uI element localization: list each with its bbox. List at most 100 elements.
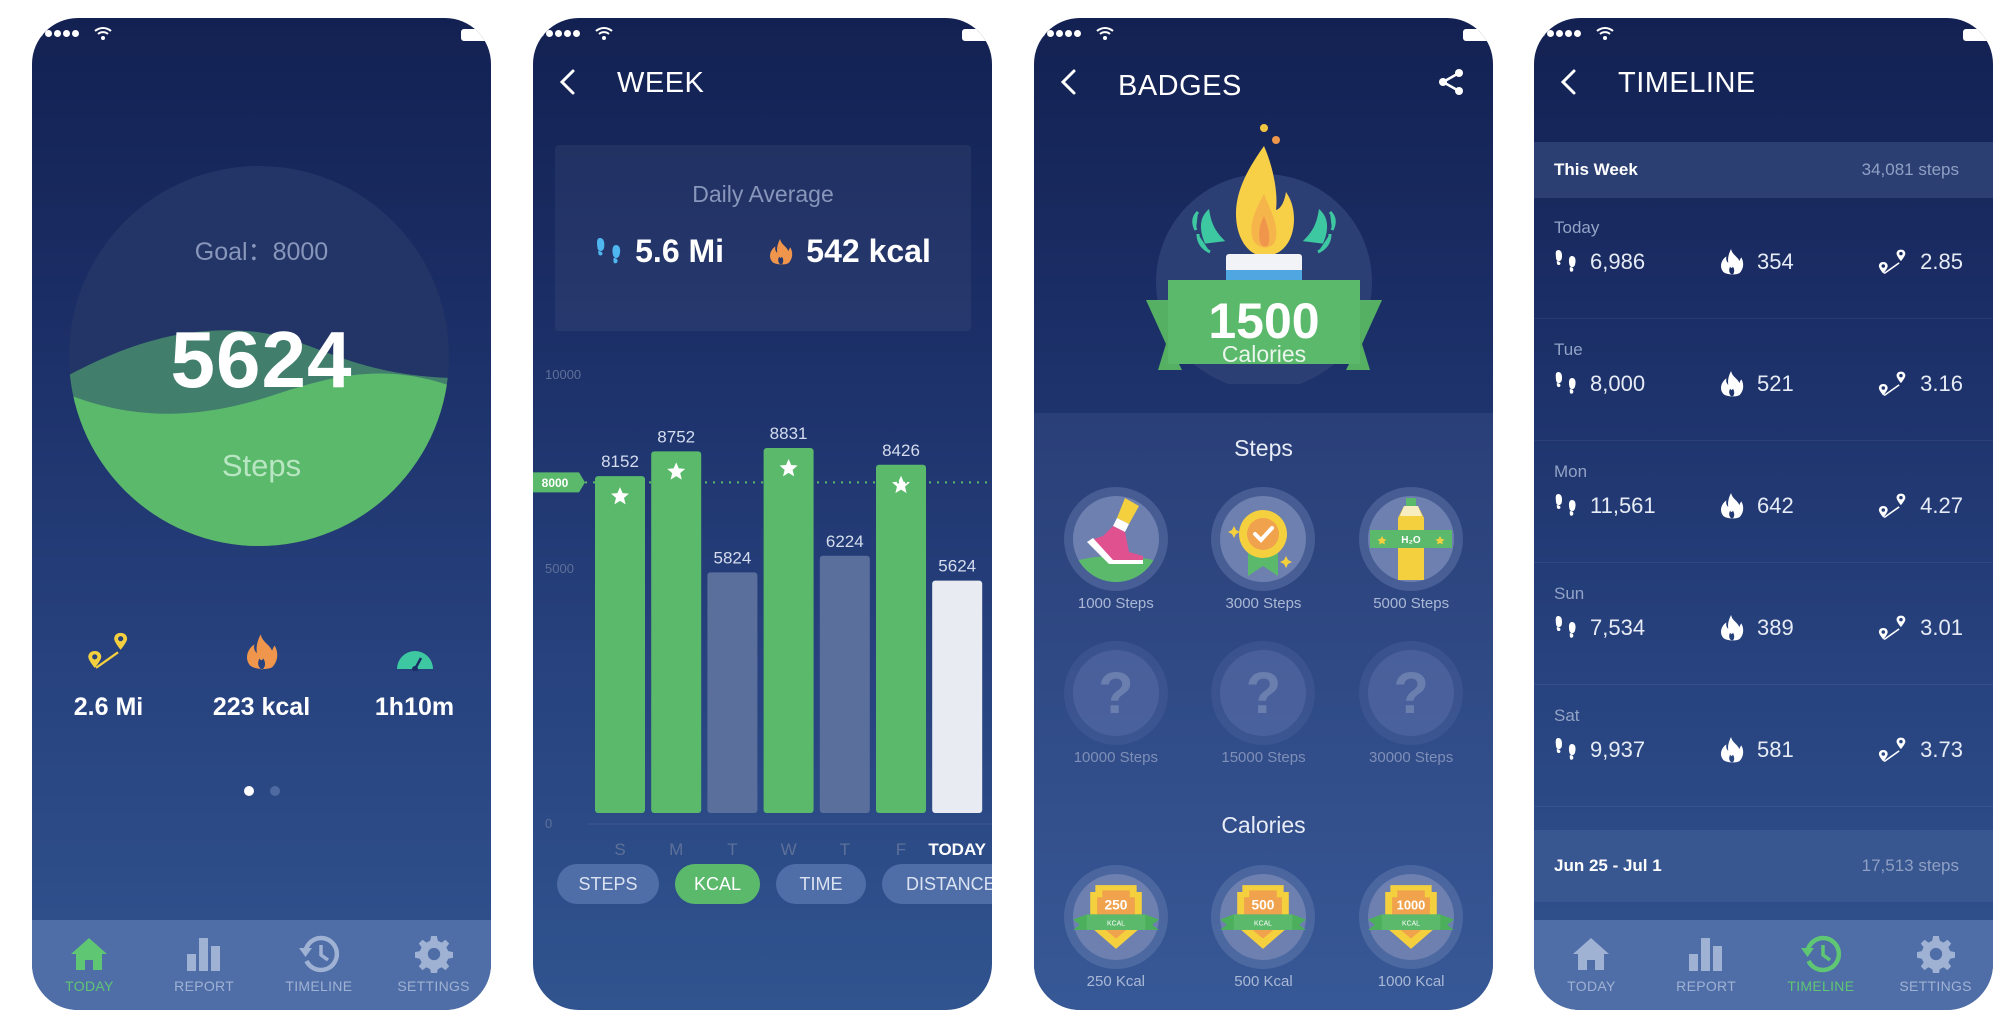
x-tick-label: T — [840, 840, 850, 859]
tab-label: TIMELINE — [1787, 978, 1855, 994]
bar-t — [707, 572, 758, 813]
tab-bar: TODAY REPORT TIMELINE SETTINGS — [32, 920, 491, 1010]
tab-timeline[interactable]: TIMELINE — [1764, 920, 1879, 1010]
tab-today[interactable]: TODAY — [32, 920, 147, 1010]
pill-steps[interactable]: STEPS — [557, 864, 659, 904]
bar-value-label: 6224 — [826, 532, 864, 551]
wifi-icon — [1596, 27, 1614, 40]
badge-15000-steps[interactable]: ? 15000 Steps — [1193, 641, 1333, 766]
distance-value: 2.6 Mi — [73, 693, 144, 721]
badge-30000-steps[interactable]: ? 30000 Steps — [1341, 641, 1481, 766]
footsteps-icon — [595, 237, 623, 267]
steps-badges-row-2: ? 10000 Steps ? 15000 Steps ? 30000 Step… — [1034, 641, 1493, 766]
week-header-this-week[interactable]: This Week 34,081 steps — [1534, 142, 1993, 198]
stat-calories: 223 kcal — [185, 625, 338, 722]
y-tick-label: 0 — [545, 816, 552, 831]
kcal-badge-unit: KCAL — [1402, 921, 1420, 928]
back-button[interactable] — [1056, 68, 1082, 96]
avg-distance-value: 5.6 Mi — [635, 233, 725, 269]
bar-value-label: 5624 — [938, 557, 976, 576]
kcal-value: 521 — [1757, 371, 1794, 396]
day-label: Sat — [1554, 706, 1580, 725]
kcal-value: 642 — [1757, 493, 1794, 518]
badge-500-kcal[interactable]: 500 KCAL 500 Kcal — [1193, 865, 1333, 990]
timeline-day-row[interactable]: Today 6,986 354 2.85 — [1534, 198, 1993, 319]
spark — [1260, 124, 1268, 132]
signal-icon — [1538, 30, 1581, 37]
step-count: 5624 — [170, 315, 353, 404]
signal-icon — [36, 30, 79, 37]
steps-unit-label: Steps — [221, 448, 302, 483]
week-total: 17,513 steps — [1861, 856, 1959, 875]
back-button[interactable] — [555, 68, 581, 96]
bar-m — [651, 451, 702, 813]
kcal-shield-icon: 500 KCAL — [1220, 885, 1307, 949]
kcal-badge-unit: KCAL — [1107, 921, 1125, 928]
badge-1000-kcal[interactable]: 1000 KCAL 1000 Kcal — [1341, 865, 1481, 990]
badge-label: 1000 Steps — [1077, 595, 1154, 612]
day-calories: 521 — [1719, 370, 1871, 398]
kcal-badge-value: 1000 — [1397, 897, 1426, 912]
badge-3000-steps[interactable]: 3000 Steps — [1193, 487, 1333, 612]
x-tick-label: TODAY — [928, 840, 986, 859]
page-indicator[interactable] — [32, 786, 491, 796]
timeline-day-row[interactable]: Tue 8,000 521 3.16 — [1534, 320, 1993, 441]
x-tick-label: W — [781, 840, 797, 859]
day-distance: 2.85 — [1871, 248, 1963, 276]
bar-value-label: 8152 — [601, 452, 639, 471]
pill-kcal[interactable]: KCAL — [675, 864, 760, 904]
badge-1000-steps[interactable]: 1000 Steps — [1046, 487, 1186, 612]
tab-label: SETTINGS — [1899, 978, 1972, 994]
badge-label: 500 Kcal — [1234, 973, 1293, 990]
status-bar — [1034, 26, 1493, 44]
hero-badge: 1500 Calories — [1146, 124, 1382, 384]
goal-label: Goal：8000 — [194, 238, 329, 266]
tab-label: TIMELINE — [285, 978, 353, 994]
day-label: Today — [1554, 218, 1600, 237]
wifi-icon — [94, 27, 112, 40]
badge-label: 1000 Kcal — [1377, 973, 1445, 990]
steps-value: 6,986 — [1590, 249, 1646, 274]
wifi-icon — [595, 27, 613, 40]
question-icon: ? — [1098, 660, 1134, 726]
badge-5000-steps[interactable]: H₂O 5000 Steps — [1341, 487, 1481, 612]
tab-timeline[interactable]: TIMELINE — [262, 920, 377, 1010]
page-title: TIMELINE — [1618, 67, 1756, 99]
steps-value: 9,937 — [1590, 737, 1646, 762]
battery-icon — [1963, 29, 1993, 41]
today-stats: 2.6 Mi 223 kcal 1h10m — [32, 625, 491, 722]
page-title: WEEK — [617, 67, 705, 99]
question-icon: ? — [1393, 660, 1429, 726]
timeline-day-row[interactable]: Sun 7,534 389 3.01 — [1534, 564, 1993, 685]
pill-time[interactable]: TIME — [776, 864, 866, 904]
tab-settings[interactable]: SETTINGS — [376, 920, 491, 1010]
badge-label: 3000 Steps — [1225, 595, 1302, 612]
route-pin-icon — [1878, 736, 1908, 764]
badge-10000-steps[interactable]: ? 10000 Steps — [1046, 641, 1186, 766]
page-title: BADGES — [1118, 70, 1242, 102]
tab-label: TODAY — [1567, 978, 1616, 994]
timeline-day-row[interactable]: Mon 11,561 642 4.27 — [1534, 442, 1993, 563]
page-dot-2[interactable] — [269, 786, 280, 796]
wifi-icon — [1096, 27, 1114, 40]
share-button[interactable] — [1437, 68, 1465, 96]
week-header-previous[interactable]: Jun 25 - Jul 1 17,513 steps — [1534, 830, 1993, 902]
back-button[interactable] — [1556, 68, 1582, 96]
pill-distance[interactable]: DISTANCE — [882, 864, 992, 904]
history-icon — [299, 934, 339, 974]
tab-report[interactable]: REPORT — [1649, 920, 1764, 1010]
kcal-value: 389 — [1757, 615, 1794, 640]
bar-chart-icon — [184, 936, 224, 972]
day-steps: 9,937 — [1554, 736, 1719, 764]
tab-today[interactable]: TODAY — [1534, 920, 1649, 1010]
badge-label: 250 Kcal — [1086, 973, 1146, 990]
calories-badges-row: 250 KCAL 250 Kcal 500 KCAL 500 Kcal 1000… — [1034, 865, 1493, 990]
badge-250-kcal[interactable]: 250 KCAL 250 Kcal — [1046, 865, 1186, 990]
bar-value-label: 8831 — [770, 424, 808, 443]
page-dot-1[interactable] — [243, 786, 254, 796]
history-icon — [1801, 934, 1841, 974]
tab-report[interactable]: REPORT — [147, 920, 262, 1010]
tab-settings[interactable]: SETTINGS — [1878, 920, 1993, 1010]
timeline-day-row[interactable]: Sat 9,937 581 3.73 — [1534, 686, 1993, 807]
flame-icon — [1719, 736, 1745, 764]
